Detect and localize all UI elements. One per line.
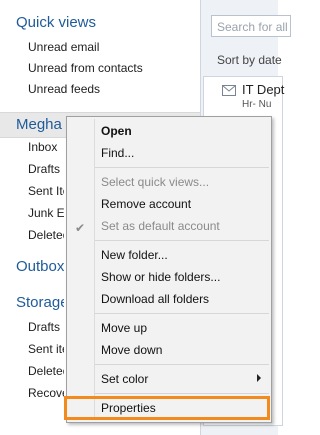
outbox-folder[interactable]: Outbox (16, 258, 64, 275)
quick-view-unread-contacts[interactable]: Unread from contacts (28, 61, 188, 75)
menu-item-move-down[interactable]: Move down (101, 343, 162, 357)
quick-view-unread-feeds[interactable]: Unread feeds (28, 82, 188, 96)
submenu-arrow-icon (257, 374, 261, 382)
envelope-icon (222, 85, 236, 96)
menu-item-select-quick-views[interactable]: Select quick views... (101, 175, 209, 189)
folder-sent-items[interactable]: Sent Items (28, 184, 64, 198)
storage-deleted-items[interactable]: Deleted items (28, 364, 64, 378)
menu-separator (95, 240, 269, 241)
storage-sent-items[interactable]: Sent items (28, 342, 64, 356)
message-subject: Hr- Nu (242, 99, 272, 110)
menu-separator (95, 313, 269, 314)
checkmark-icon: ✔ (75, 221, 86, 235)
search-placeholder: Search for all (217, 20, 288, 34)
folder-inbox[interactable]: Inbox (28, 140, 64, 154)
context-menu: Open Find... Select quick views... Remov… (66, 116, 272, 423)
quick-views-title[interactable]: Quick views (16, 14, 96, 31)
menu-item-download-all-folders[interactable]: Download all folders (101, 292, 209, 306)
menu-item-new-folder[interactable]: New folder... (101, 248, 168, 262)
storage-folders-title[interactable]: Storage Folders (16, 294, 64, 311)
menu-item-set-default-account[interactable]: Set as default account (101, 219, 220, 233)
quick-view-unread-email[interactable]: Unread email (28, 40, 188, 54)
folder-drafts[interactable]: Drafts (28, 162, 64, 176)
sort-by-label[interactable]: Sort by date (217, 53, 282, 67)
menu-item-show-hide-folders[interactable]: Show or hide folders... (101, 270, 220, 284)
storage-recovered-items[interactable]: Recovered items (28, 386, 64, 400)
folder-junk-email[interactable]: Junk E-mail (28, 206, 64, 220)
storage-drafts[interactable]: Drafts (28, 320, 64, 334)
menu-item-find[interactable]: Find... (101, 146, 134, 160)
menu-separator (95, 167, 269, 168)
menu-separator (95, 364, 269, 365)
properties-highlight-box (64, 396, 270, 420)
menu-item-remove-account[interactable]: Remove account (101, 197, 191, 211)
menu-item-set-color[interactable]: Set color (101, 372, 148, 386)
menu-item-open[interactable]: Open (101, 124, 132, 138)
folder-deleted-items[interactable]: Deleted Items (28, 228, 64, 242)
menu-separator (95, 393, 269, 394)
menu-gutter (94, 119, 95, 420)
menu-item-move-up[interactable]: Move up (101, 321, 147, 335)
search-input[interactable]: Search for all (211, 15, 291, 37)
message-sender: IT Dept (242, 82, 285, 97)
account-name: Megha (16, 116, 62, 133)
